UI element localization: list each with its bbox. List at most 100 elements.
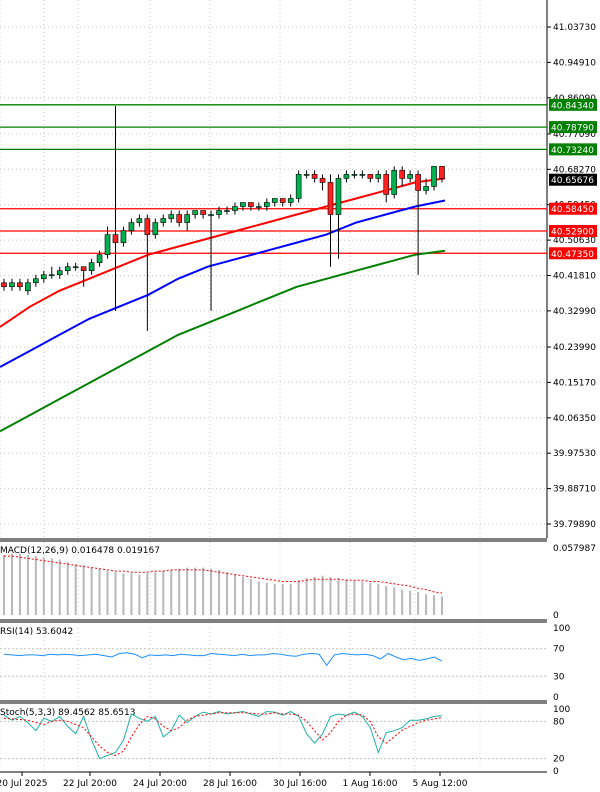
rsi-panel: RSI(14) 53.6042 100 70 30 0	[0, 624, 570, 703]
macd-signal-line	[4, 555, 443, 594]
candle-body	[303, 174, 310, 176]
y-tick-label: 30	[553, 672, 565, 682]
candle	[192, 210, 198, 219]
candle-body	[224, 210, 230, 212]
candle-body	[216, 210, 222, 215]
candle-body	[136, 218, 143, 223]
candle-body	[112, 234, 119, 243]
candle	[208, 210, 214, 311]
candle	[136, 214, 143, 227]
candle-body	[263, 202, 270, 207]
stoch-signal-line	[3, 712, 443, 757]
candle	[343, 170, 350, 183]
candle-body	[399, 170, 405, 179]
moving-average-line	[0, 199, 446, 368]
candle	[383, 170, 390, 203]
candle	[311, 170, 318, 183]
candle	[279, 198, 286, 207]
y-tick-label: 41.03730	[553, 23, 596, 33]
candle	[367, 174, 374, 183]
candle-body	[367, 174, 374, 179]
candle-body	[391, 170, 398, 195]
candle	[72, 262, 79, 271]
candle-body	[80, 266, 87, 272]
candle	[80, 266, 87, 287]
candle-body	[240, 202, 246, 207]
candle-body	[256, 206, 262, 208]
y-tick-label: 0	[553, 611, 559, 621]
rsi-line	[3, 652, 443, 667]
candle	[41, 270, 47, 283]
candle-body	[200, 210, 206, 215]
candle	[9, 278, 15, 291]
y-tick-label: 40.32990	[553, 307, 596, 317]
candle-body	[9, 282, 15, 288]
candle-body	[439, 166, 445, 179]
stoch-main-line	[3, 710, 443, 760]
candle	[152, 218, 159, 239]
candle	[176, 210, 182, 227]
candle	[407, 170, 413, 183]
candle-body	[248, 202, 254, 207]
candle-body	[176, 214, 182, 223]
candle	[359, 170, 366, 179]
candle-body	[295, 174, 302, 199]
candle-body	[311, 174, 318, 179]
candle-body	[375, 174, 382, 179]
candle	[64, 262, 71, 275]
candle-body	[41, 274, 47, 280]
candle-body	[287, 198, 294, 203]
y-tick-label: 100	[553, 705, 570, 715]
candle-body	[72, 266, 79, 269]
current-price-label: 40.65676	[551, 176, 594, 186]
y-tick-label: 40.15170	[553, 378, 596, 388]
level-tag-label: 40.52900	[551, 227, 594, 237]
y-tick-label: 40.23990	[553, 343, 596, 353]
candle-body	[96, 254, 103, 263]
x-tick-label: 22 Jul 20:00	[63, 779, 117, 788]
candle	[33, 274, 39, 287]
candle-body	[359, 174, 366, 176]
candle-body	[327, 182, 334, 215]
candle	[415, 170, 421, 275]
candle-body	[335, 178, 342, 215]
candle	[56, 266, 63, 279]
candle-body	[279, 198, 286, 203]
candle	[120, 226, 127, 247]
x-tick-label: 24 Jul 20:00	[133, 779, 187, 788]
candle-body	[319, 178, 326, 183]
rsi-label: RSI(14) 53.6042	[0, 627, 73, 637]
candle	[17, 278, 23, 291]
y-tick-label: 40.94910	[553, 58, 596, 68]
candle	[88, 258, 95, 275]
candle-body	[160, 218, 167, 223]
candle-body	[415, 174, 421, 191]
candle	[295, 170, 302, 203]
x-tick-label: 30 Jul 16:00	[273, 779, 327, 788]
candle-body	[104, 234, 111, 255]
candle	[303, 170, 310, 179]
level-tag-label: 40.73240	[551, 146, 594, 156]
y-tick-label: 39.88710	[553, 485, 596, 495]
level-tag-label: 40.84340	[551, 101, 594, 111]
candle	[375, 170, 382, 183]
candle-body	[56, 270, 63, 276]
price-panel: 41.0373040.9491040.8609040.7709040.68270…	[0, 0, 597, 538]
candle	[391, 166, 398, 199]
y-tick-label: 40.41810	[553, 272, 596, 282]
candle-body	[423, 186, 429, 191]
moving-average-line	[0, 249, 446, 433]
y-tick-label: 40.50630	[553, 236, 596, 246]
candle	[431, 166, 437, 191]
candle-body	[17, 282, 23, 288]
time-axis: 20 Jul 2025 22 Jul 20:00 24 Jul 20:00 28 Ju…	[0, 772, 468, 789]
trading-chart[interactable]: 41.03730 40.94910 40.86090 40.77090 40.68270…	[0, 0, 600, 789]
macd-label: MACD(12,26,9) 0.016478 0.019167	[0, 546, 160, 556]
candle-body	[25, 282, 31, 292]
candle-body	[431, 166, 437, 187]
stoch-panel: Stoch(5,3,3) 89.4562 85.6513 10080200	[0, 705, 570, 777]
y-tick-label: 70	[553, 645, 565, 655]
x-tick-label: 1 Aug 16:00	[343, 779, 398, 788]
y-tick-label: 0.057987	[553, 544, 596, 554]
candle	[224, 206, 230, 215]
